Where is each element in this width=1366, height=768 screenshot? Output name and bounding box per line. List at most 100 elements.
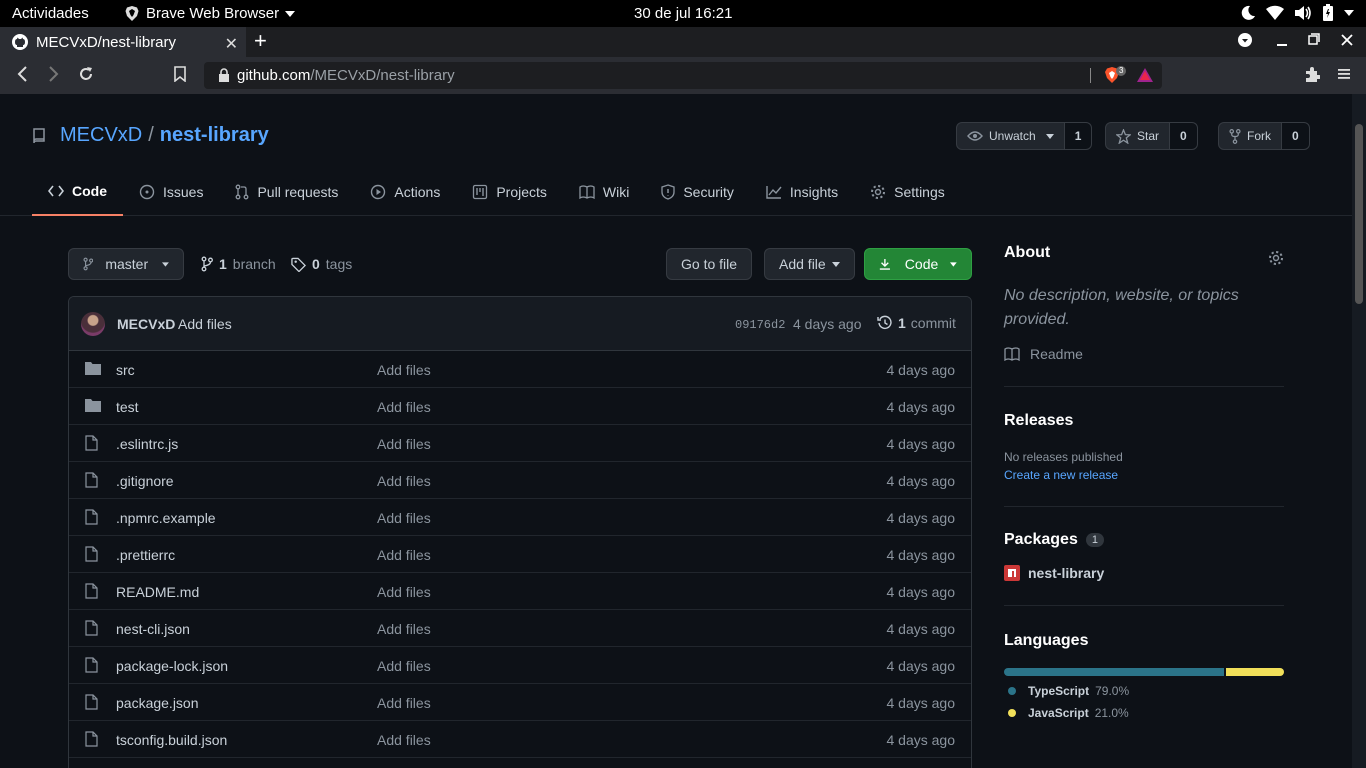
star-button[interactable]: Star	[1105, 122, 1171, 150]
add-file-button[interactable]: Add file	[764, 248, 855, 280]
tab-insights[interactable]: Insights	[750, 172, 854, 212]
repo-owner-link[interactable]: MECVxD	[60, 124, 142, 147]
file-name-link[interactable]: tsconfig.build.json	[116, 732, 227, 748]
minimize-button[interactable]	[1276, 33, 1288, 47]
commits-history-link[interactable]: 1 commit	[877, 315, 956, 331]
commit-author-link[interactable]: MECVxD	[117, 316, 175, 332]
package-item[interactable]: nest-library	[1004, 565, 1284, 581]
file-age: 4 days ago	[886, 732, 956, 748]
code-dropdown-button[interactable]: Code	[864, 248, 972, 280]
download-icon	[879, 258, 890, 270]
close-icon	[1341, 34, 1353, 46]
packages-title[interactable]: Packages	[1004, 531, 1078, 549]
file-name-link[interactable]: package.json	[116, 695, 199, 711]
brave-shields-button[interactable]: 3	[1104, 66, 1127, 84]
file-icon	[85, 620, 98, 636]
language-item[interactable]: TypeScript 79.0%	[1004, 684, 1284, 698]
page-scrollbar[interactable]	[1352, 94, 1366, 768]
tab-code[interactable]: Code	[32, 172, 123, 216]
minimize-icon	[1277, 44, 1287, 46]
tab-actions[interactable]: Actions	[354, 172, 456, 212]
commit-message-link[interactable]: Add files	[178, 316, 232, 332]
tab-security[interactable]: Security	[645, 172, 750, 212]
tab-settings[interactable]: Settings	[854, 172, 961, 212]
file-name-link[interactable]: package-lock.json	[116, 658, 228, 674]
unwatch-button[interactable]: Unwatch	[956, 122, 1065, 150]
back-button[interactable]	[16, 66, 28, 82]
fork-button[interactable]: Fork	[1218, 122, 1282, 150]
gear-icon[interactable]	[1268, 250, 1284, 266]
branch-select-button[interactable]: master	[68, 248, 184, 280]
menu-button[interactable]	[1337, 67, 1351, 81]
file-commit-message-link[interactable]: Add files	[377, 732, 431, 748]
branches-link[interactable]: 1 branch	[201, 256, 276, 272]
star-count[interactable]: 0	[1170, 122, 1198, 150]
file-commit-message-link[interactable]: Add files	[377, 399, 431, 415]
tags-link[interactable]: 0 tags	[291, 256, 352, 272]
file-commit-message-link[interactable]: Add files	[377, 621, 431, 637]
file-commit-message-link[interactable]: Add files	[377, 658, 431, 674]
clock[interactable]: 30 de jul 16:21	[634, 5, 732, 22]
tab-issues[interactable]: Issues	[123, 172, 219, 212]
language-bar-segment[interactable]	[1225, 668, 1284, 676]
close-tab-icon[interactable]: ✕	[225, 34, 238, 54]
bookmark-button[interactable]	[174, 66, 186, 82]
system-tray[interactable]	[1240, 4, 1354, 21]
file-name-link[interactable]: .npmrc.example	[116, 510, 216, 526]
activities-button[interactable]: Actividades	[12, 5, 89, 22]
tab-projects[interactable]: Projects	[456, 172, 563, 212]
brave-app-icon	[125, 6, 139, 21]
browser-tab[interactable]: MECVxD/nest-library ✕	[0, 27, 246, 57]
file-name-link[interactable]: .gitignore	[116, 473, 174, 489]
extensions-button[interactable]	[1304, 67, 1320, 83]
file-name-link[interactable]: src	[116, 362, 135, 378]
watch-count[interactable]: 1	[1064, 122, 1093, 150]
file-name-link[interactable]: README.md	[116, 584, 199, 600]
file-age: 4 days ago	[886, 399, 956, 415]
file-commit-message-link[interactable]: Add files	[377, 362, 431, 378]
file-commit-message-link[interactable]: Add files	[377, 510, 431, 526]
file-name-link[interactable]: .eslintrc.js	[116, 436, 178, 452]
app-menu[interactable]: Brave Web Browser	[124, 5, 296, 22]
releases-title[interactable]: Releases	[1004, 412, 1284, 430]
file-name-link[interactable]: test	[116, 399, 139, 415]
close-window-button[interactable]	[1341, 33, 1353, 47]
language-bar-segment[interactable]	[1004, 668, 1224, 676]
file-commit-message-link[interactable]: Add files	[377, 584, 431, 600]
tab-search-button[interactable]	[1238, 33, 1252, 47]
about-title: About	[1004, 244, 1051, 261]
file-list: MECVxD Add files 09176d2 4 days ago 1 co…	[68, 296, 972, 768]
file-commit-message-link[interactable]: Add files	[377, 547, 431, 563]
avatar[interactable]	[81, 312, 105, 336]
fork-icon	[1229, 128, 1241, 144]
readme-link[interactable]: Readme	[1004, 346, 1284, 362]
new-tab-button[interactable]: +	[254, 30, 267, 52]
project-icon	[473, 184, 488, 200]
address-bar[interactable]: github.com/MECVxD/nest-library 3	[204, 62, 1162, 89]
go-to-file-button[interactable]: Go to file	[666, 248, 753, 280]
language-item[interactable]: JavaScript 21.0%	[1004, 706, 1284, 720]
unwatch-label: Unwatch	[989, 129, 1036, 143]
forward-button[interactable]	[48, 66, 60, 82]
fork-count[interactable]: 0	[1282, 122, 1310, 150]
file-age: 4 days ago	[886, 510, 956, 526]
sidebar-divider	[1004, 386, 1284, 387]
tab-wiki[interactable]: Wiki	[563, 172, 645, 212]
about-header: About	[1004, 244, 1284, 266]
restore-button[interactable]	[1308, 33, 1320, 47]
file-name-link[interactable]: nest-cli.json	[116, 621, 190, 637]
file-name-link[interactable]: .prettierrc	[116, 547, 175, 563]
pull-request-icon	[236, 184, 249, 200]
scrollbar-thumb[interactable]	[1355, 124, 1363, 304]
commit-sha-link[interactable]: 09176d2	[735, 318, 785, 332]
file-commit-message-link[interactable]: Add files	[377, 436, 431, 452]
file-commit-message-link[interactable]: Add files	[377, 473, 431, 489]
tag-icon	[291, 257, 306, 272]
file-commit-message-link[interactable]: Add files	[377, 695, 431, 711]
brave-rewards-button[interactable]	[1136, 67, 1154, 83]
github-icon	[12, 34, 28, 50]
tab-pull-requests[interactable]: Pull requests	[219, 172, 354, 212]
reload-button[interactable]	[78, 66, 94, 82]
create-release-link[interactable]: Create a new release	[1004, 468, 1284, 482]
repo-name-link[interactable]: nest-library	[160, 124, 269, 147]
